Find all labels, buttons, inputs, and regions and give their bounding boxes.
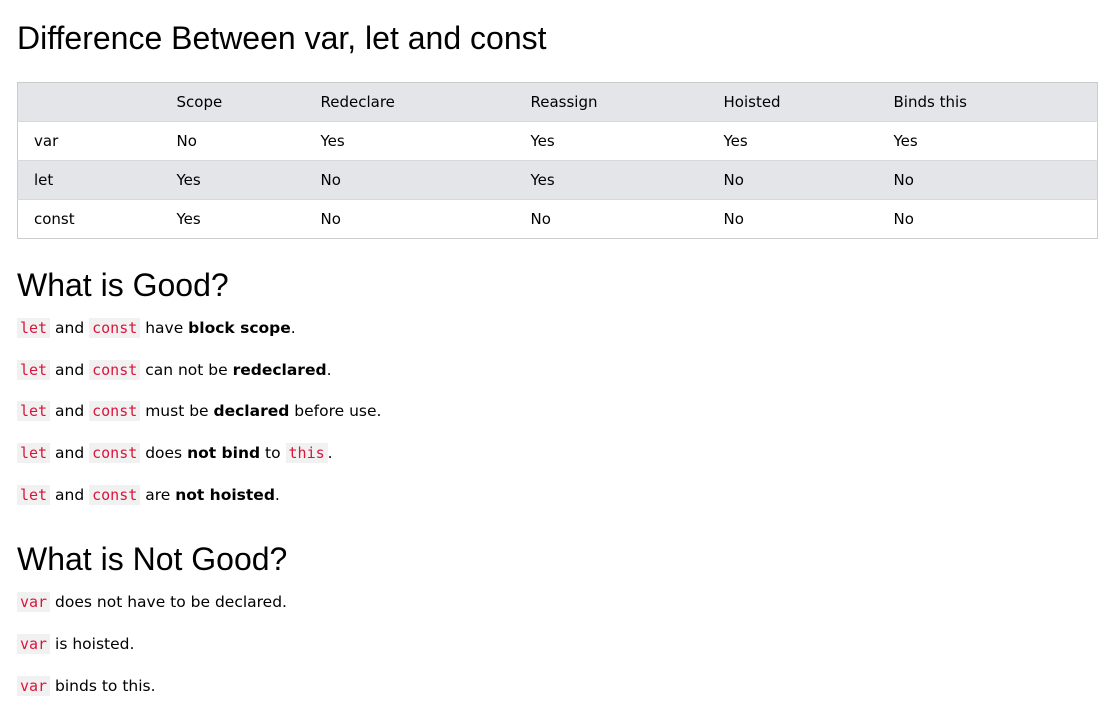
conjunction: and xyxy=(50,319,90,337)
conjunction: and xyxy=(50,486,90,504)
not-good-heading: What is Not Good? xyxy=(17,541,288,577)
code-let: let xyxy=(17,318,51,338)
table-cell: var xyxy=(34,132,59,150)
code-const: const xyxy=(89,401,141,421)
code-const: const xyxy=(89,360,141,380)
text: is hoisted. xyxy=(50,635,135,653)
text: must be xyxy=(140,402,214,420)
code-this: this xyxy=(285,443,328,463)
table-header-row: Scope Redeclare Reassign Hoisted Binds t… xyxy=(17,82,1098,122)
not-good-line-declared: var does not have to be declared. xyxy=(17,592,287,612)
table-cell: No xyxy=(320,171,341,189)
code-var: var xyxy=(17,634,51,654)
comparison-table: Scope Redeclare Reassign Hoisted Binds t… xyxy=(17,82,1098,239)
table-cell: Yes xyxy=(530,171,555,189)
table-cell: No xyxy=(530,210,551,228)
table-cell: Yes xyxy=(320,132,345,150)
conjunction: and xyxy=(50,402,90,420)
bold-text: not bind xyxy=(187,444,261,462)
table-cell: No xyxy=(176,132,197,150)
table-cell: No xyxy=(723,210,744,228)
not-good-line-binds-this: var binds to this. xyxy=(17,676,156,696)
table-cell: let xyxy=(34,171,54,189)
text: . xyxy=(327,444,333,462)
table-cell: Yes xyxy=(530,132,555,150)
code-let: let xyxy=(17,485,51,505)
table-row: var No Yes Yes Yes Yes xyxy=(17,121,1098,161)
text: does xyxy=(140,444,188,462)
table-header-cell xyxy=(18,83,161,122)
text: are xyxy=(140,486,176,504)
code-let: let xyxy=(17,360,51,380)
table-cell: const xyxy=(34,210,75,228)
code-var: var xyxy=(17,676,51,696)
conjunction: and xyxy=(50,361,90,379)
code-var: var xyxy=(17,592,51,612)
bold-text: block scope xyxy=(188,319,291,337)
good-heading: What is Good? xyxy=(17,267,229,303)
text: . xyxy=(290,319,296,337)
code-let: let xyxy=(17,401,51,421)
table-cell: No xyxy=(723,171,744,189)
bold-text: declared xyxy=(213,402,290,420)
table-header-cell: Reassign xyxy=(530,93,598,111)
table-header-cell: Binds this xyxy=(893,93,967,111)
text: does not have to be declared. xyxy=(50,593,287,611)
table-cell: Yes xyxy=(176,210,201,228)
text: before use. xyxy=(289,402,382,420)
text: . xyxy=(326,361,332,379)
table-cell: No xyxy=(893,210,914,228)
table-header-cell: Redeclare xyxy=(320,93,395,111)
code-const: const xyxy=(89,318,141,338)
table-cell: Yes xyxy=(893,132,918,150)
bold-text: redeclared xyxy=(232,361,327,379)
conjunction: and xyxy=(50,444,90,462)
good-line-not-bind: let and const does not bind to this. xyxy=(17,443,333,463)
table-header-cell: Scope xyxy=(176,93,223,111)
text: . xyxy=(274,486,280,504)
not-good-line-hoisted: var is hoisted. xyxy=(17,634,134,654)
good-line-redeclared: let and const can not be redeclared. xyxy=(17,360,332,380)
table-row: const Yes No No No No xyxy=(17,199,1098,239)
text: to xyxy=(260,444,286,462)
code-const: const xyxy=(89,485,141,505)
text: have xyxy=(140,319,189,337)
table-cell: Yes xyxy=(176,171,201,189)
good-line-block-scope: let and const have block scope. xyxy=(17,318,296,338)
text: can not be xyxy=(140,361,233,379)
table-cell: Yes xyxy=(723,132,748,150)
table-cell: No xyxy=(320,210,341,228)
text: binds to this. xyxy=(50,677,156,695)
code-let: let xyxy=(17,443,51,463)
code-const: const xyxy=(89,443,141,463)
good-line-not-hoisted: let and const are not hoisted. xyxy=(17,485,280,505)
bold-text: not hoisted xyxy=(175,486,275,504)
table-cell: No xyxy=(893,171,914,189)
table-header-cell: Hoisted xyxy=(723,93,781,111)
good-line-declared: let and const must be declared before us… xyxy=(17,401,381,421)
page-title: Difference Between var, let and const xyxy=(17,20,547,56)
table-row: let Yes No Yes No No xyxy=(17,160,1098,200)
